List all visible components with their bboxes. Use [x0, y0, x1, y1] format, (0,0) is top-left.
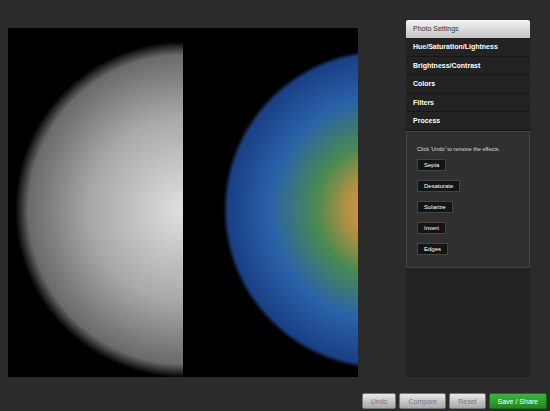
photo-original-half	[8, 28, 183, 377]
toolbar-button[interactable]: Undo	[362, 393, 397, 409]
section-item[interactable]: Brightness/Contrast	[406, 57, 530, 76]
photo-canvas[interactable]	[8, 28, 358, 377]
toolbar: UndoCompareResetSave / Share	[0, 393, 550, 411]
effect-button[interactable]: Sepia	[417, 159, 446, 171]
settings-panel: Photo Settings Hue/Saturation/Lightness …	[406, 20, 530, 377]
hint-text: Click 'Undo' to remove the effects.	[417, 146, 500, 152]
toolbar-button[interactable]: Compare	[399, 393, 446, 409]
section-item[interactable]: Hue/Saturation/Lightness	[406, 38, 530, 57]
effect-button[interactable]: Invert	[417, 222, 446, 234]
effect-button[interactable]: Desaturate	[417, 180, 460, 192]
photo-edited-half	[183, 28, 358, 377]
process-panel: Click 'Undo' to remove the effects. Sepi…	[406, 131, 530, 268]
panel-header: Photo Settings	[406, 20, 530, 38]
section-item[interactable]: Process	[406, 112, 530, 131]
effect-button[interactable]: Edges	[417, 243, 448, 255]
photo-editor: Photo Settings Hue/Saturation/Lightness …	[0, 0, 550, 411]
toolbar-button[interactable]: Reset	[449, 393, 485, 409]
workspace: Photo Settings Hue/Saturation/Lightness …	[0, 0, 550, 377]
section-item[interactable]: Filters	[406, 94, 530, 113]
toolbar-button[interactable]: Save / Share	[489, 393, 547, 409]
effect-button[interactable]: Solarize	[417, 201, 453, 213]
section-item[interactable]: Colors	[406, 75, 530, 94]
